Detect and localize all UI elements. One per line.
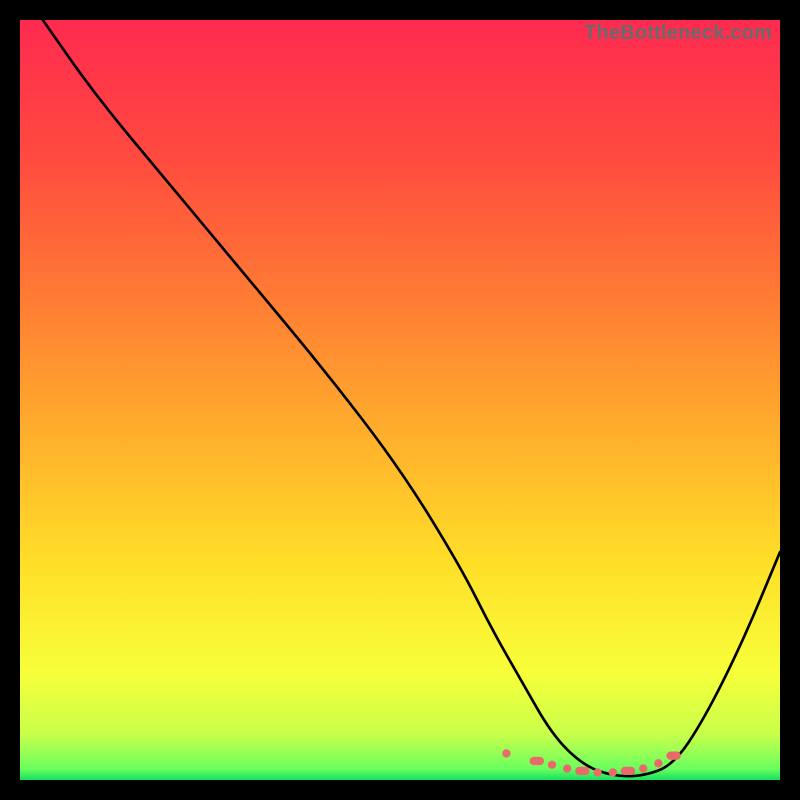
plot-background-gradient — [20, 20, 780, 780]
chart-frame: TheBottleneck.com — [0, 0, 800, 800]
plot-area: TheBottleneck.com — [20, 20, 780, 780]
watermark-text: TheBottleneck.com — [584, 22, 772, 45]
